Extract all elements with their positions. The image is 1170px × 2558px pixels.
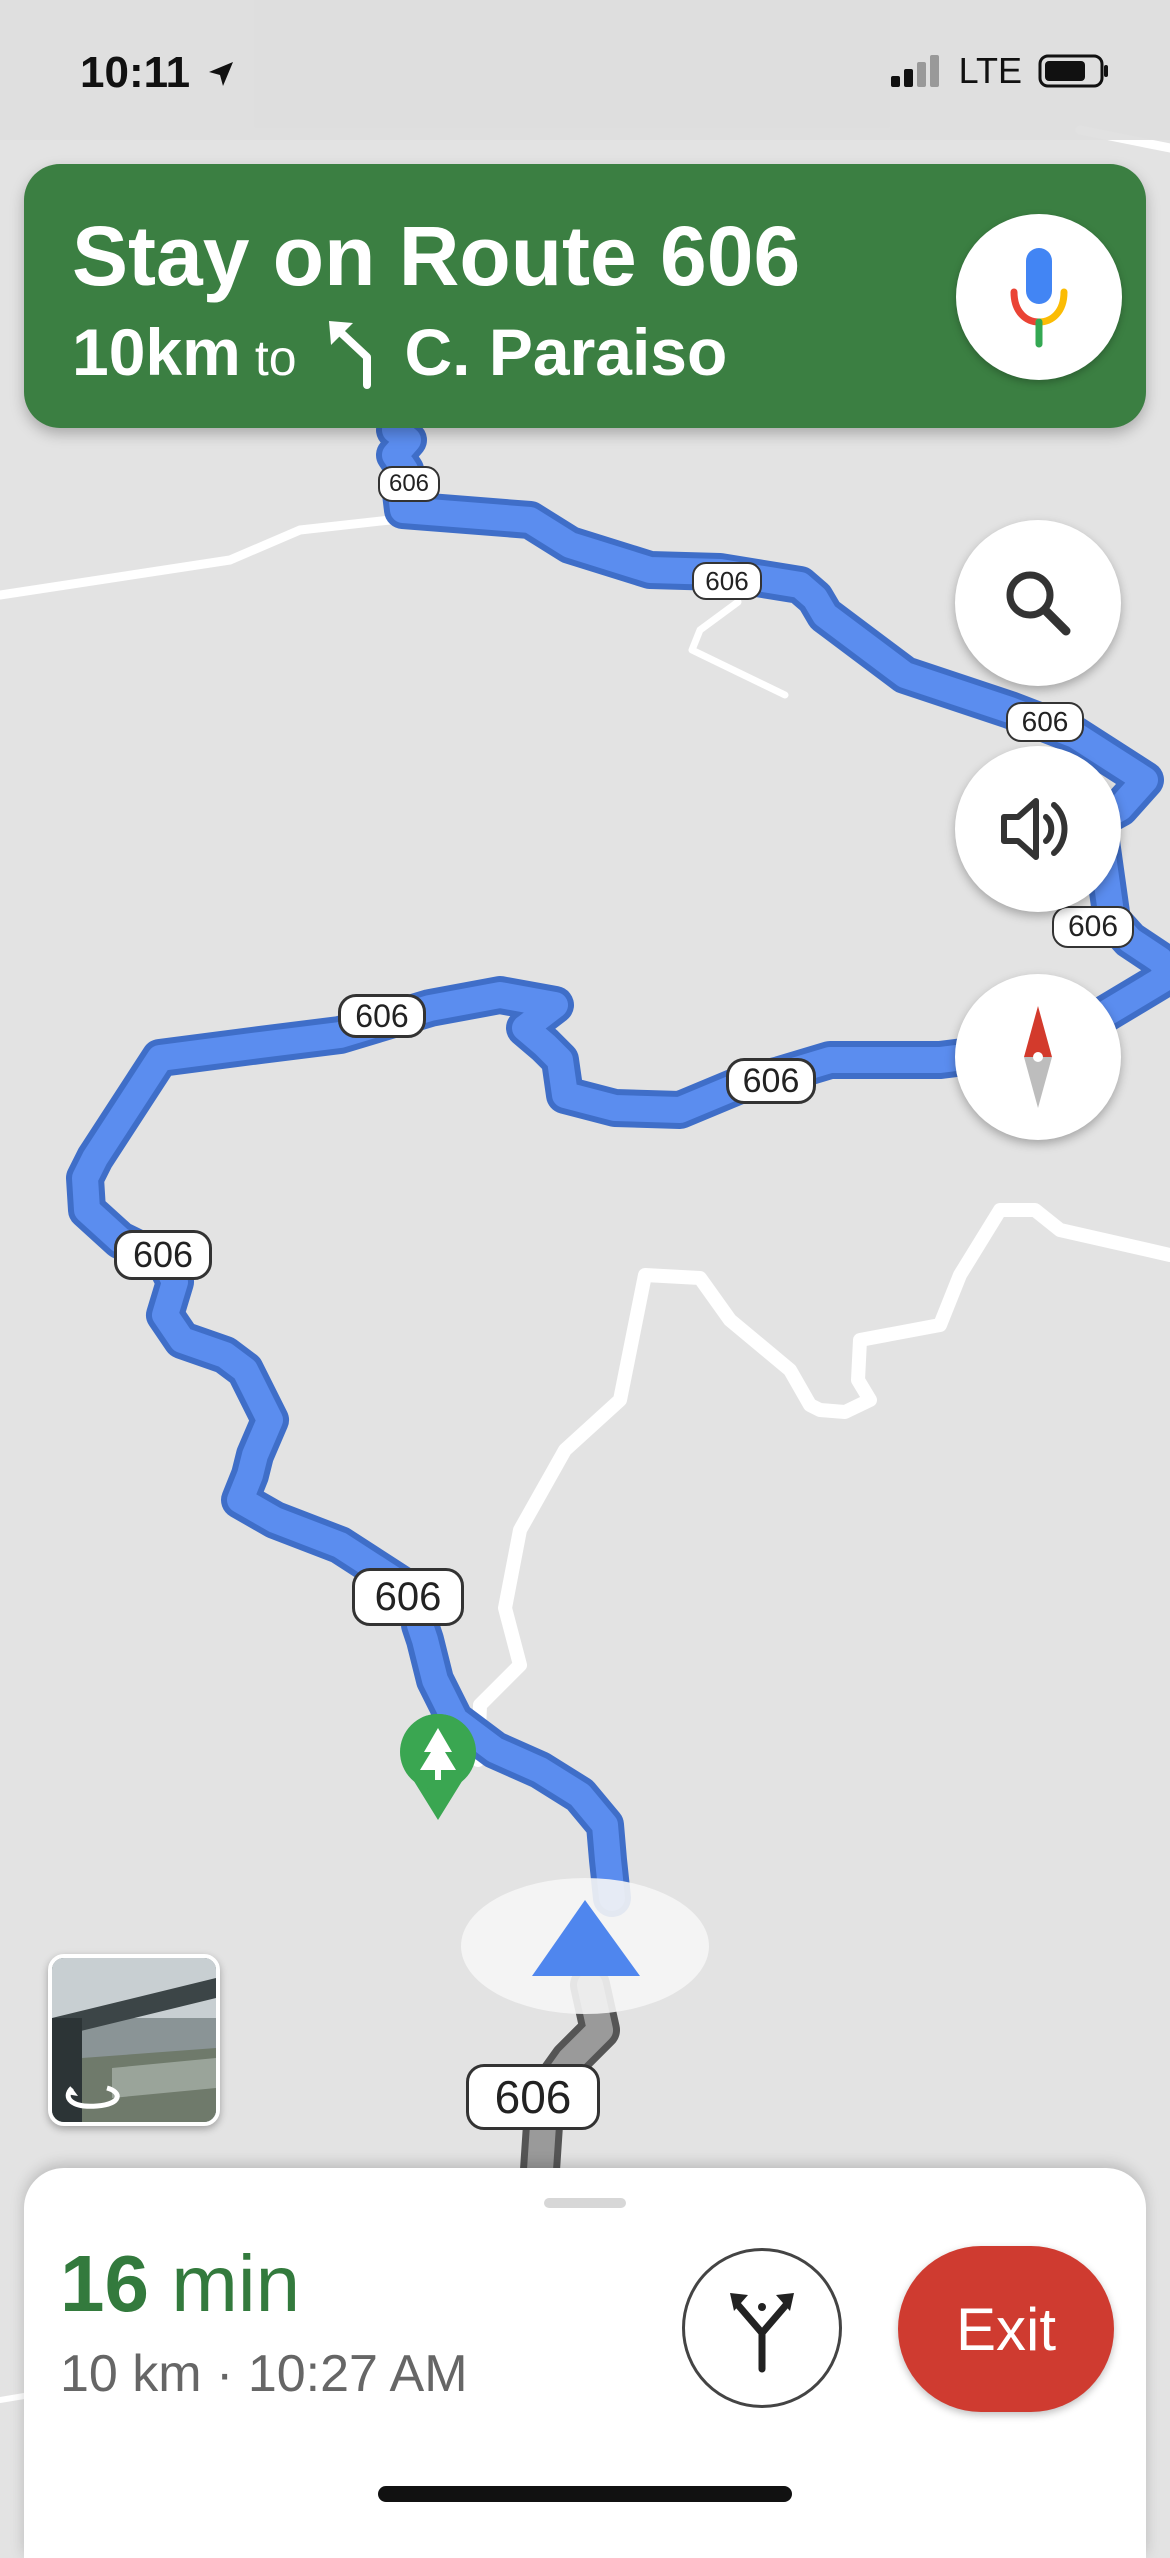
turn-slight-left-icon: [328, 321, 371, 389]
microphone-icon: [1010, 248, 1068, 348]
eta-value: 16: [60, 2239, 149, 2328]
route-shield-label: 606: [338, 994, 426, 1038]
next-turn-summary: 10km to C. Paraiso: [72, 314, 727, 390]
exit-navigation-button[interactable]: Exit: [898, 2246, 1114, 2412]
search-icon: [1006, 571, 1071, 636]
sound-button[interactable]: [955, 746, 1121, 912]
signal-icon: [890, 55, 939, 87]
fork-route-icon: [730, 2293, 794, 2373]
route-shield-label: 606: [378, 466, 440, 502]
route-shield-label: 606: [1052, 906, 1134, 948]
instruction-text: Stay on Route 606: [72, 209, 801, 303]
route-shield-label: 606: [726, 1058, 816, 1104]
route-shield-label: 606: [352, 1568, 464, 1626]
battery-icon: [1038, 54, 1108, 88]
compass-icon: [1024, 1006, 1052, 1108]
voice-search-button[interactable]: [956, 214, 1122, 380]
street-view-preview: [52, 1958, 216, 2122]
network-type: LTE: [958, 50, 1022, 91]
street-view-thumbnail[interactable]: [48, 1954, 220, 2126]
status-time: 10:11: [80, 48, 191, 97]
volume-icon: [1001, 798, 1068, 860]
route-shield-label: 606: [692, 562, 762, 600]
street-name: C. Paraiso: [404, 315, 728, 389]
navigation-instruction-card[interactable]: Stay on Route 606 10km to C. Paraiso: [24, 164, 1146, 428]
location-arrow-icon: [209, 62, 234, 86]
compass-button[interactable]: [955, 974, 1121, 1140]
route-shield-label: 606: [114, 1230, 212, 1280]
home-indicator[interactable]: [378, 2486, 792, 2502]
alternate-routes-button[interactable]: [682, 2248, 842, 2408]
sheet-drag-handle[interactable]: [544, 2198, 626, 2208]
search-button[interactable]: [955, 520, 1121, 686]
eta-unit: min: [171, 2239, 301, 2328]
current-location-icon: [461, 1878, 709, 2014]
to-label: to: [254, 330, 297, 386]
trip-details: 10 km · 10:27 AM: [60, 2345, 468, 2403]
status-bar: 10:11 LTE: [0, 0, 1170, 140]
eta-duration: 16 min: [60, 2238, 300, 2330]
route-shield-label: 606: [466, 2064, 600, 2130]
distance-to-turn: 10km: [72, 315, 241, 389]
route-shield-label: 606: [1006, 702, 1084, 742]
